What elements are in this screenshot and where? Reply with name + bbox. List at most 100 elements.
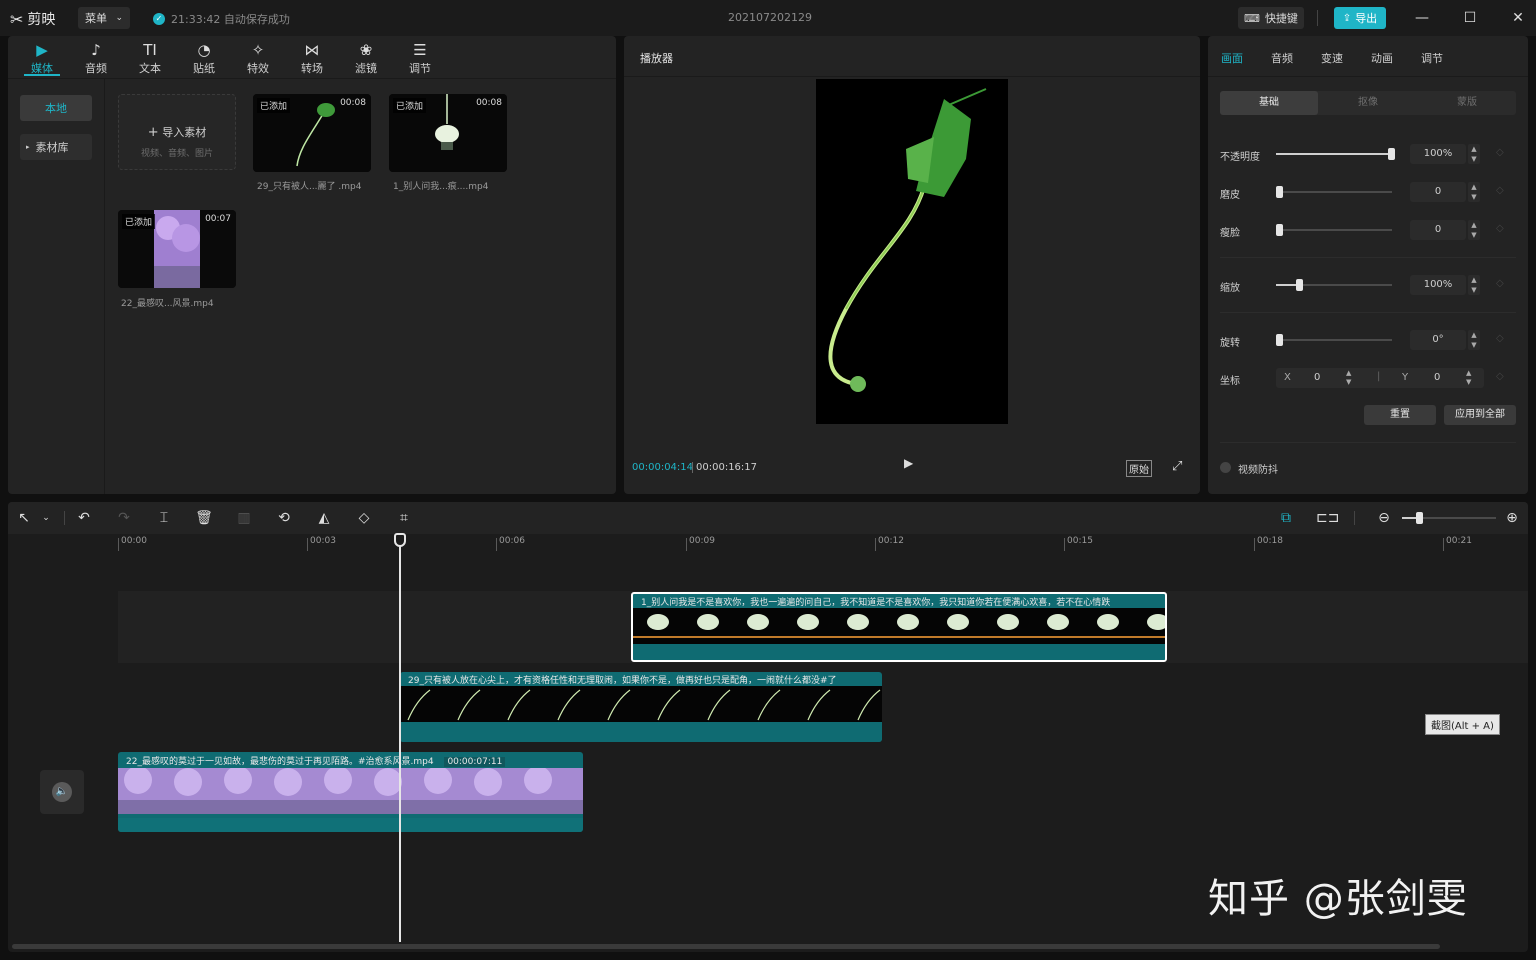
auto-snap-icon[interactable]: ⧉ [1276, 509, 1296, 527]
smooth-value[interactable]: 0 [1410, 182, 1466, 202]
smooth-slider[interactable] [1276, 186, 1392, 198]
fullscreen-icon[interactable]: ⤢ [1172, 459, 1182, 474]
mute-track-button[interactable]: 🔈 [40, 770, 84, 814]
zoom-out-icon[interactable]: ⊖ [1374, 509, 1394, 527]
app-logo: ✂ 剪映 [10, 9, 55, 29]
timeline-clip[interactable]: 22_最感叹的莫过于一见如故，最悲伤的莫过于再见陌路。#治愈系风景.mp4 00… [118, 752, 583, 832]
mirror-icon[interactable]: ◭ [314, 509, 334, 527]
keyframe-icon[interactable]: ◇ [1496, 223, 1510, 237]
zoom-in-icon[interactable]: ⊕ [1502, 509, 1522, 527]
playhead[interactable] [399, 534, 401, 942]
stabilize-checkbox[interactable] [1220, 462, 1231, 473]
tool-filter[interactable]: ❀ 滤镜 [341, 40, 391, 76]
audio-waveform [118, 818, 583, 832]
keyframe-icon[interactable]: ◇ [1496, 185, 1510, 199]
media-item[interactable]: 已添加 00:08 [389, 94, 507, 172]
slider-handle[interactable] [1276, 186, 1283, 198]
tab-audio[interactable]: 音频 [1271, 50, 1293, 66]
tab-picture[interactable]: 画面 [1221, 50, 1243, 66]
tool-adjust[interactable]: ☰ 调节 [395, 40, 445, 76]
slider-handle[interactable] [1388, 148, 1395, 160]
rotate-value[interactable]: 0° [1410, 330, 1466, 350]
tool-text[interactable]: TI 文本 [125, 40, 175, 76]
import-media-button[interactable]: + 导入素材 视频、音频、图片 [118, 94, 236, 170]
scale-slider[interactable] [1276, 279, 1392, 291]
keyframe-icon[interactable]: ◇ [1496, 278, 1510, 292]
keyframe-icon[interactable]: ◇ [1496, 333, 1510, 347]
x-value[interactable]: 0 [1314, 372, 1320, 383]
tool-sticker[interactable]: ◔ 贴纸 [179, 40, 229, 76]
tab-animation[interactable]: 动画 [1371, 50, 1393, 66]
video-frame [816, 79, 1008, 424]
y-value[interactable]: 0 [1434, 372, 1440, 383]
sidebar-item-local[interactable]: 本地 [20, 95, 92, 121]
timeline-clip[interactable]: 29_只有被人放在心尖上，才有资格任性和无理取闹，如果你不是，做再好也只是配角，… [400, 672, 882, 742]
split-icon[interactable]: ⌶ [154, 509, 174, 527]
segment-mask[interactable]: 蒙版 [1418, 91, 1516, 115]
tool-media[interactable]: ▶ 媒体 [17, 40, 67, 76]
scale-stepper[interactable]: ▲ ▼ [1468, 275, 1480, 295]
sidebar-item-library[interactable]: ▸ 素材库 [20, 134, 92, 160]
keyframe-icon[interactable]: ◇ [1496, 371, 1510, 385]
segment-basic[interactable]: 基础 [1220, 91, 1318, 115]
time-separator [692, 462, 693, 473]
crop-icon[interactable]: ⌗ [394, 509, 414, 527]
original-ratio-button[interactable]: 原始 [1126, 460, 1152, 477]
slider-handle[interactable] [1296, 279, 1303, 291]
reset-button[interactable]: 重置 [1364, 405, 1436, 425]
select-cursor-icon[interactable]: ↖ [14, 509, 34, 527]
keyframe-icon[interactable]: ◇ [1496, 147, 1510, 161]
media-item[interactable]: 已添加 00:07 [118, 210, 236, 288]
apply-all-button[interactable]: 应用到全部 [1444, 405, 1516, 425]
close-icon[interactable]: ✕ [1508, 8, 1528, 28]
caret-right-icon: ▸ [26, 143, 30, 151]
x-stepper[interactable]: ▲ ▼ [1346, 369, 1351, 387]
minimize-icon[interactable]: — [1412, 8, 1432, 28]
slider-handle[interactable] [1276, 224, 1283, 236]
slim-stepper[interactable]: ▲ ▼ [1468, 220, 1480, 240]
media-item-name: 22_最感叹...风景.mp4 [121, 299, 214, 309]
rotate-icon[interactable]: ◇ [354, 509, 374, 527]
tab-adjust[interactable]: 调节 [1421, 50, 1443, 66]
rotate-stepper[interactable]: ▲ ▼ [1468, 330, 1480, 350]
maximize-icon[interactable]: ☐ [1460, 8, 1480, 28]
zoom-slider-handle[interactable] [1416, 512, 1423, 524]
timeline-scrollbar[interactable] [12, 944, 1440, 949]
playhead-handle[interactable] [394, 533, 406, 547]
slim-slider[interactable] [1276, 224, 1392, 236]
opacity-slider[interactable] [1276, 148, 1395, 160]
menu-button[interactable]: 菜单 ⌄ [78, 7, 130, 29]
chevron-down-icon[interactable]: ⌄ [36, 509, 56, 527]
ruler-label: 00:15 [1067, 536, 1093, 546]
tool-transition[interactable]: ⋈ 转场 [287, 40, 337, 76]
timeline-ruler[interactable]: 00:00 00:03 00:06 00:09 00:12 00:15 00:1… [118, 534, 1528, 552]
opacity-value[interactable]: 100% [1410, 144, 1466, 164]
export-button[interactable]: ⇪ 导出 [1334, 7, 1386, 29]
slider-handle[interactable] [1276, 334, 1283, 346]
slim-value[interactable]: 0 [1410, 220, 1466, 240]
undo-icon[interactable]: ↶ [74, 509, 94, 527]
tool-effects[interactable]: ✧ 特效 [233, 40, 283, 76]
redo-icon[interactable]: ↷ [114, 509, 134, 527]
shortcut-button[interactable]: ⌨ 快捷键 [1238, 7, 1304, 29]
reverse-icon[interactable]: ⟲ [274, 509, 294, 527]
video-preview[interactable] [816, 79, 1008, 424]
opacity-stepper[interactable]: ▲ ▼ [1468, 144, 1480, 164]
zoom-slider[interactable] [1402, 512, 1496, 524]
delete-icon[interactable]: 🗑 [194, 509, 214, 527]
tool-label: 滤镜 [355, 62, 377, 75]
tool-audio[interactable]: ♪ 音频 [71, 40, 121, 76]
linkage-icon[interactable]: ⊏⊐ [1316, 509, 1339, 527]
scale-value[interactable]: 100% [1410, 275, 1466, 295]
rotate-slider[interactable] [1276, 334, 1392, 346]
smooth-stepper[interactable]: ▲ ▼ [1468, 182, 1480, 202]
autosave-text: 21:33:42 自动保存成功 [171, 13, 290, 26]
y-stepper[interactable]: ▲ ▼ [1466, 369, 1471, 387]
tab-speed[interactable]: 变速 [1321, 50, 1343, 66]
timeline-clip[interactable]: 1_别人问我是不是喜欢你，我也一遍遍的问自己，我不知道是不是喜欢你，我只知道你若… [631, 592, 1167, 662]
play-icon[interactable]: ▶ [904, 456, 920, 472]
ruler-tick [875, 538, 876, 551]
media-item[interactable]: 已添加 00:08 [253, 94, 371, 172]
segment-cutout[interactable]: 抠像 [1319, 91, 1417, 115]
freeze-icon[interactable]: ▥ [234, 509, 254, 527]
